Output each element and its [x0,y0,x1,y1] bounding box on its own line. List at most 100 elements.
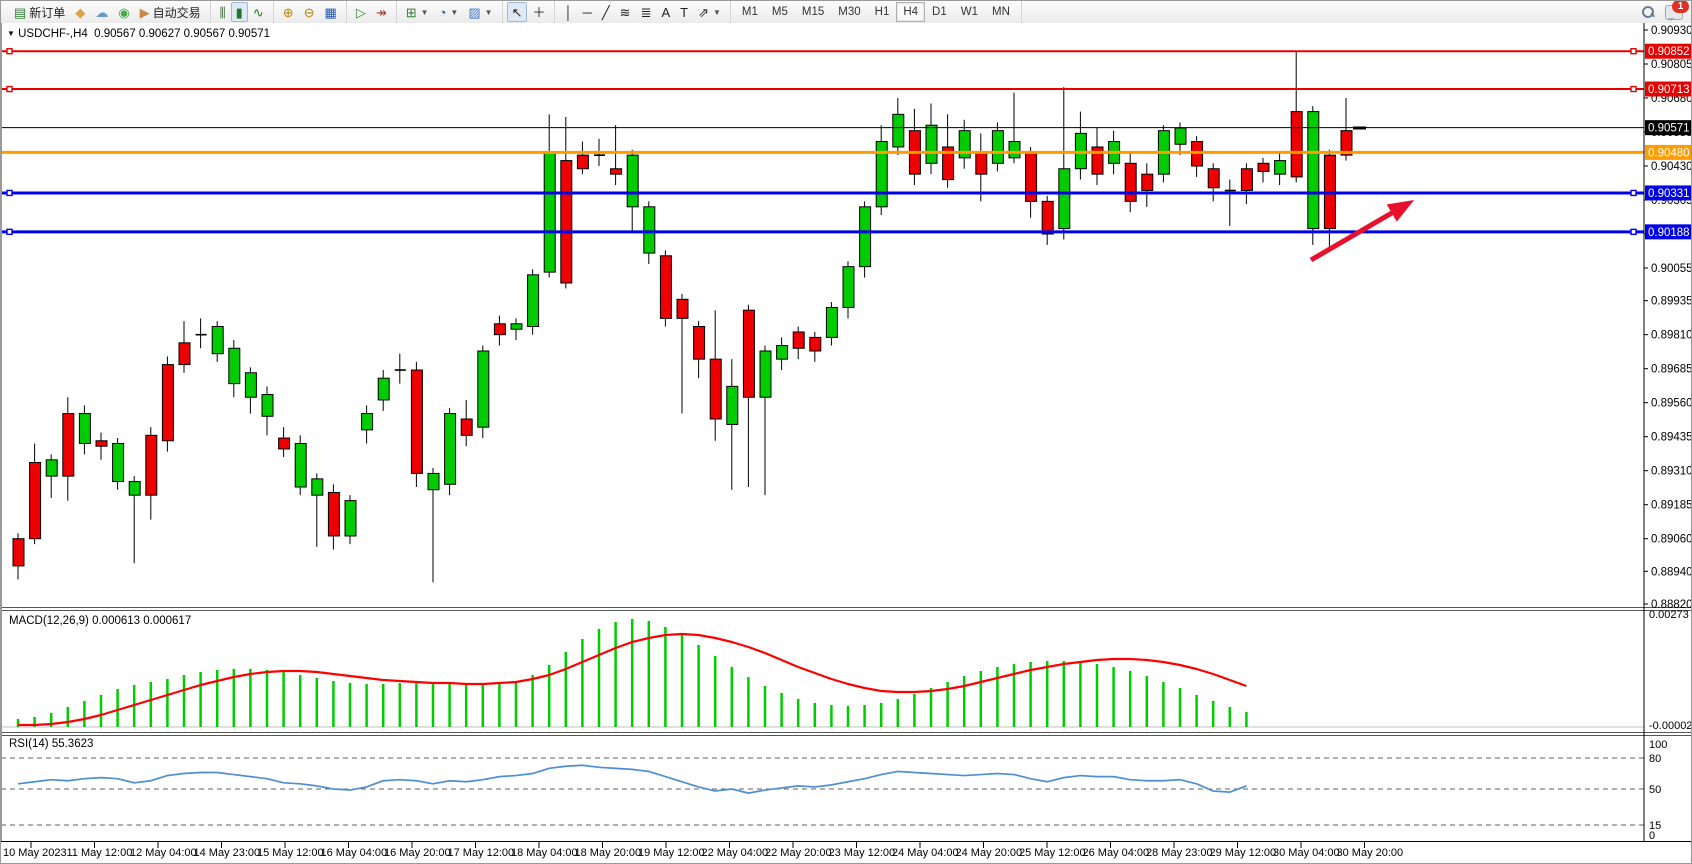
candle-body [1208,169,1219,188]
candle-body [644,207,655,253]
price-tick-label: 0.89685 [1651,364,1692,376]
price-tick-label: 0.90805 [1651,59,1692,71]
candle-body [992,131,1003,164]
candle-body [561,161,572,283]
toolbar-group: ▤新订单 ◆ ☁ ◉ ▶自动交易 [1,1,211,23]
candlestick-mode-button[interactable]: ▮ [231,2,248,22]
cursor-icon: ↖ [512,6,523,19]
macd-histogram-bar [930,688,933,727]
candle-body [1258,163,1269,171]
timeframe-m30[interactable]: M30 [831,2,867,22]
chevron-down-icon: ▼ [713,8,721,17]
timeframe-m5[interactable]: M5 [765,2,795,22]
chart-shift-button[interactable]: ↠ [371,2,392,22]
macd-histogram-bar [216,670,219,727]
text-tool-button[interactable]: A [656,2,675,22]
macd-histogram-bar [764,686,767,727]
toolbar-group: │─╱≋≣AT ⇗▼ [555,1,730,23]
indicators-button[interactable]: ⊞▼ [401,2,434,22]
indicators-icon: ⊞ [406,6,417,19]
macd-histogram-bar [681,635,684,727]
candle-body [1142,174,1153,190]
macd-histogram-bar [797,699,800,727]
channel-tool-button[interactable]: ≋ [615,2,636,22]
tile-windows-button[interactable]: ▦ [320,2,342,22]
support-line-1-handle[interactable] [7,190,12,195]
timeframe-h4[interactable]: H4 [896,2,925,22]
timeframe-m15[interactable]: M15 [795,2,831,22]
macd-histogram-bar [880,703,883,727]
macd-histogram-bar [913,694,916,727]
templates-button[interactable]: ▨▼ [463,2,497,22]
trendline-tool-button[interactable]: ╱ [597,2,615,22]
zoom-out-button[interactable]: ⊖ [299,2,320,22]
arrows-tool-button[interactable]: ⇗▼ [693,2,726,22]
mql-editor-button[interactable]: ◆ [70,2,90,22]
timeframe-w1[interactable]: W1 [954,2,985,22]
macd-histogram-bar [664,627,667,727]
resistance-line-1-handle[interactable] [7,49,12,54]
support-line-1-handle[interactable] [1631,190,1636,195]
new-order-button[interactable]: ▤新订单 [9,2,70,22]
auto-trading-button[interactable]: ▶自动交易 [135,2,206,22]
bar-chart-mode-button[interactable]: ⫼ [215,2,231,22]
candle-body [743,310,754,397]
signals-icon: ◉ [118,6,129,19]
macd-histogram-bar [1046,661,1049,727]
candle-body [362,414,373,430]
macd-histogram-bar [581,639,584,727]
resistance-line-2-handle[interactable] [1631,87,1636,92]
candle-body [627,155,638,207]
candle-body [96,441,107,446]
signals-button[interactable]: ◉ [113,2,134,22]
macd-histogram-bar [631,619,634,727]
timeframe-d1[interactable]: D1 [925,2,954,22]
macd-axis-label: -0.000024 [1649,720,1692,732]
candle-body [229,348,240,383]
macd-histogram-bar [996,667,999,727]
new-order-button-label: 新订单 [29,4,65,21]
rsi-axis-label: 100 [1649,739,1667,751]
timeframe-h1[interactable]: H1 [868,2,897,22]
macd-histogram-bar [1245,712,1248,727]
text-label-icon: T [680,6,688,19]
candle-body [46,460,57,476]
resistance-line-1-handle[interactable] [1631,49,1636,54]
community-button[interactable]: ☁ [90,2,113,22]
notifications-button[interactable]: 1 [1665,5,1683,20]
macd-histogram-bar [963,676,966,727]
macd-histogram-bar [83,701,86,727]
time-axis-label: 17 May 12:00 [448,847,515,859]
resistance-line-2-handle[interactable] [7,87,12,92]
time-axis-label: 14 May 23:00 [194,847,261,859]
auto-scroll-icon: ▷ [356,6,366,19]
macd-histogram-bar [897,699,900,727]
timeframe-m1[interactable]: M1 [735,2,765,22]
crosshair-tool-button[interactable]: ＋ [527,2,550,22]
candle-body [13,539,24,566]
cursor-tool-button[interactable]: ↖ [507,2,528,22]
label-tool-button[interactable]: T [675,2,693,22]
fibonacci-tool-button[interactable]: ≣ [636,2,657,22]
vertical-line-tool-button[interactable]: │ [559,2,577,22]
macd-histogram-bar [498,683,501,727]
candle-body [777,346,788,360]
editor-icon: ◆ [75,6,85,19]
line-chart-mode-button[interactable]: ∿ [248,2,269,22]
resistance-line-2-badge-label: 0.90713 [1648,84,1690,96]
support-line-2-handle[interactable] [7,229,12,234]
horizontal-line-tool-button[interactable]: ─ [578,2,597,22]
search-button[interactable] [1641,5,1655,19]
price-tick-label: 0.89935 [1651,296,1692,308]
periods-button[interactable]: ◔▼ [434,2,464,22]
macd-histogram-bar [482,684,485,727]
candle-body [1241,169,1252,191]
bar-chart-icon: ⫼ [220,6,226,19]
chart-shift-icon: ↠ [376,6,387,19]
timeframe-mn[interactable]: MN [985,2,1017,22]
support-line-2-handle[interactable] [1631,229,1636,234]
auto-scroll-button[interactable]: ▷ [351,2,371,22]
macd-histogram-bar [100,695,103,727]
zoom-in-button[interactable]: ⊕ [278,2,299,22]
macd-axis-label: 0.00273 [1649,609,1689,621]
